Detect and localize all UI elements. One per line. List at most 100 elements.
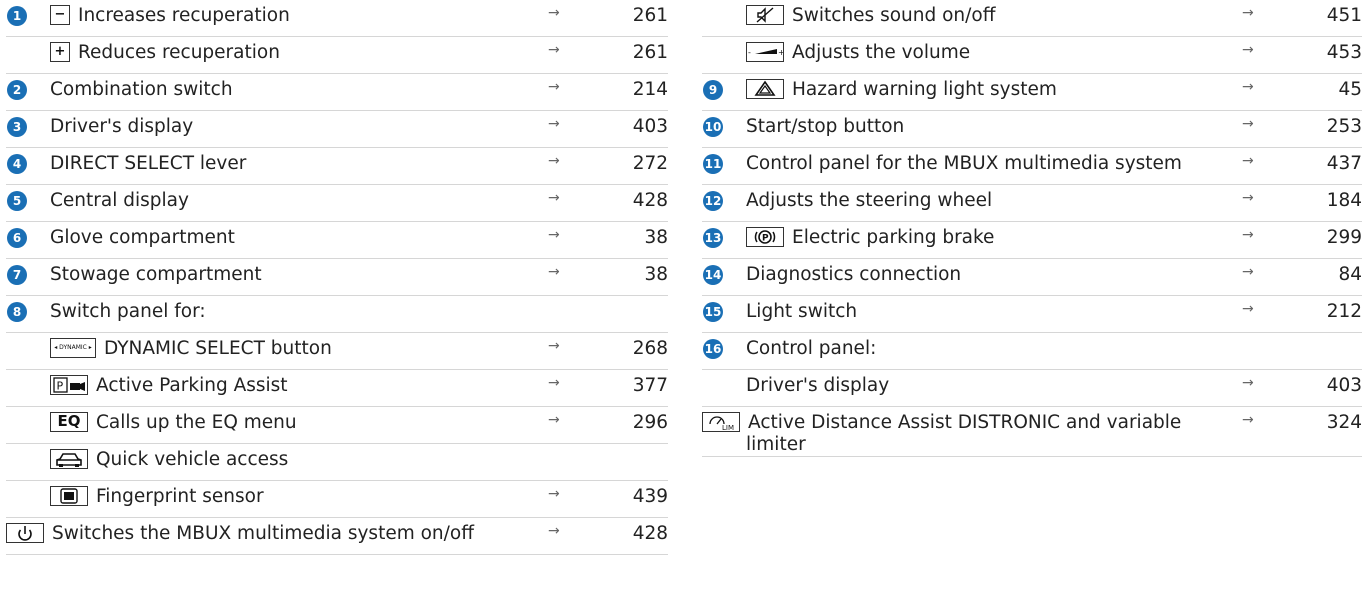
page-reference-arrow-icon: →	[1242, 375, 1254, 391]
callout-number-badge: 6	[7, 228, 27, 248]
index-row: LIM Active Distance Assist DISTRONIC and …	[702, 407, 1362, 457]
page-number-link[interactable]: 377	[608, 375, 668, 397]
index-entry: 9 Hazard warning light system	[702, 78, 1242, 101]
page-reference-arrow-icon: →	[548, 153, 560, 169]
callout-number-badge: 8	[7, 302, 27, 322]
right-index-column: Switches sound on/off → 451- + Adjusts the v…	[702, 0, 1362, 457]
page-number-link[interactable]: 38	[608, 227, 668, 249]
callout-number-badge: 5	[7, 191, 27, 211]
entry-label: Switches sound on/off	[792, 5, 996, 26]
index-row: Quick vehicle access	[6, 444, 668, 481]
page-number-link[interactable]: 84	[1302, 264, 1362, 286]
index-entry: 11 Control panel for the MBUX multimedia …	[702, 153, 1242, 175]
index-entry: Quick vehicle access	[6, 448, 548, 471]
page-number-link[interactable]: 45	[1302, 79, 1362, 101]
callout-number-badge: 12	[703, 191, 723, 211]
index-row: 7 Stowage compartment → 38	[6, 259, 668, 296]
index-entry: 14 Diagnostics connection	[702, 264, 1242, 286]
index-entry: 15 Light switch	[702, 301, 1242, 323]
index-entry: + Reduces recuperation	[6, 41, 548, 64]
index-entry: 12 Adjusts the steering wheel	[702, 190, 1242, 212]
page-reference-arrow-icon: →	[1242, 116, 1254, 132]
page-number-link[interactable]: 261	[608, 5, 668, 27]
car-icon	[56, 452, 82, 467]
callout-number-badge: 3	[7, 117, 27, 137]
parking-camera-icon: P	[53, 376, 85, 393]
index-row: 13 P Electric parking brake → 299	[702, 222, 1362, 259]
page-number-link[interactable]: 403	[608, 116, 668, 138]
callout-number-badge: 7	[7, 265, 27, 285]
index-row: Switches sound on/off → 451	[702, 0, 1362, 37]
index-entry: 10 Start/stop button	[702, 116, 1242, 138]
page-number-link[interactable]: 299	[1302, 227, 1362, 249]
page-number-link[interactable]: 268	[608, 338, 668, 360]
index-row: - + Adjusts the volume → 453	[702, 37, 1362, 74]
index-entry: 16 Control panel:	[702, 338, 1242, 360]
page-reference-arrow-icon: →	[548, 486, 560, 502]
index-entry: Driver's display	[702, 375, 1242, 397]
page-number-link[interactable]: 38	[608, 264, 668, 286]
index-row: 10 Start/stop button → 253	[702, 111, 1362, 148]
dynamic-select-key-icon: ◂ DYNAMIC ▸	[50, 337, 96, 358]
index-row: 8 Switch panel for:	[6, 296, 668, 333]
page-reference-arrow-icon: →	[1242, 5, 1254, 21]
index-entry: Switches the MBUX multimedia system on/o…	[0, 522, 548, 545]
index-row: ◂ DYNAMIC ▸ DYNAMIC SELECT button → 268	[6, 333, 668, 370]
entry-label: Calls up the EQ menu	[96, 412, 297, 433]
page-reference-arrow-icon: →	[548, 79, 560, 95]
distronic-key-icon: LIM	[702, 411, 740, 432]
page-number-link[interactable]: 428	[608, 190, 668, 212]
page-reference-arrow-icon: →	[548, 116, 560, 132]
page-reference-arrow-icon: →	[548, 264, 560, 280]
entry-label: Start/stop button	[746, 116, 905, 137]
hazard-triangle-icon	[754, 80, 776, 96]
entry-label: Driver's display	[50, 116, 194, 137]
entry-label: Electric parking brake	[792, 227, 995, 248]
left-index-column: 1 − Increases recuperation → 261 + Reduces rec…	[6, 0, 668, 555]
entry-label: Active Distance Assist DISTRONIC and var…	[746, 412, 1182, 455]
page-reference-arrow-icon: →	[1242, 301, 1254, 317]
page-number-link[interactable]: 272	[608, 153, 668, 175]
page-reference-arrow-icon: →	[548, 523, 560, 539]
callout-number-badge: 1	[7, 6, 27, 26]
page-number-link[interactable]: 453	[1302, 42, 1362, 64]
page-reference-arrow-icon: →	[1242, 79, 1254, 95]
index-entry: 4 DIRECT SELECT lever	[6, 153, 548, 175]
index-entry: 13 P Electric parking brake	[702, 226, 1242, 249]
callout-number-badge: 11	[703, 154, 723, 174]
svg-text:LIM: LIM	[722, 424, 734, 431]
page-number-link[interactable]: 214	[608, 79, 668, 101]
page-number-link[interactable]: 324	[1302, 412, 1362, 434]
index-row: 12 Adjusts the steering wheel → 184	[702, 185, 1362, 222]
index-entry: 7 Stowage compartment	[6, 264, 548, 286]
callout-number-badge: 16	[703, 339, 723, 359]
page-number-link[interactable]: 403	[1302, 375, 1362, 397]
page-number-link[interactable]: 261	[608, 42, 668, 64]
entry-label: Active Parking Assist	[96, 375, 288, 396]
page-number-link[interactable]: 451	[1302, 5, 1362, 27]
page-reference-arrow-icon: →	[1242, 264, 1254, 280]
page-reference-arrow-icon: →	[548, 375, 560, 391]
page-number-link[interactable]: 253	[1302, 116, 1362, 138]
index-entry: ◂ DYNAMIC ▸ DYNAMIC SELECT button	[6, 337, 548, 360]
page-reference-arrow-icon: →	[548, 412, 560, 428]
page-number-link[interactable]: 439	[608, 486, 668, 508]
entry-label: Driver's display	[746, 375, 890, 396]
index-entry: P Active Parking Assist	[6, 374, 548, 397]
parking-brake-icon: P	[754, 229, 776, 244]
callout-number-badge: 9	[703, 80, 723, 100]
index-row: EQ Calls up the EQ menu → 296	[6, 407, 668, 444]
callout-number-badge: 2	[7, 80, 27, 100]
svg-text:+: +	[778, 48, 783, 57]
page-number-link[interactable]: 437	[1302, 153, 1362, 175]
page-number-link[interactable]: 212	[1302, 301, 1362, 323]
page-reference-arrow-icon: →	[548, 338, 560, 354]
index-row: 16 Control panel:	[702, 333, 1362, 370]
entry-label: Reduces recuperation	[78, 42, 280, 63]
speedometer-limit-icon: LIM	[709, 415, 734, 431]
page-number-link[interactable]: 428	[608, 523, 668, 545]
entry-label: Stowage compartment	[50, 264, 262, 285]
page-number-link[interactable]: 184	[1302, 190, 1362, 212]
entry-label: Adjusts the volume	[792, 42, 971, 63]
page-reference-arrow-icon: →	[1242, 42, 1254, 58]
